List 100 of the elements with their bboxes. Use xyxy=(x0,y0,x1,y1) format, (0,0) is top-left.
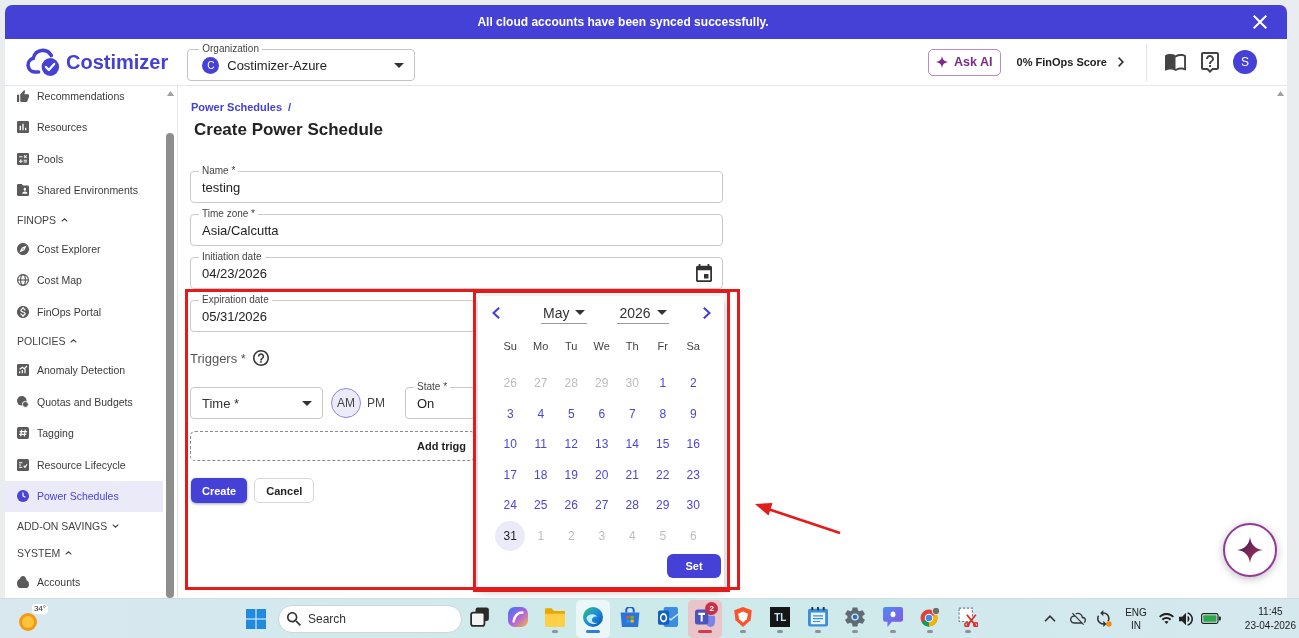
nav-item[interactable]: FinOps Portal xyxy=(5,296,163,328)
book-icon[interactable] xyxy=(1165,53,1186,71)
calendar-icon[interactable] xyxy=(696,264,712,282)
mail-icon[interactable] xyxy=(657,607,678,627)
section-header[interactable]: ADD-ON SAVINGS xyxy=(5,512,163,539)
calendar-day[interactable]: 27 xyxy=(586,490,617,521)
help-icon[interactable] xyxy=(252,350,269,366)
caret-up-icon[interactable] xyxy=(1276,91,1284,96)
calendar-day[interactable]: 8 xyxy=(647,398,678,429)
calendar-day[interactable]: 6 xyxy=(586,398,617,429)
meridiem-toggle[interactable]: AM xyxy=(331,388,361,418)
nav-item[interactable]: Quotas and Budgets xyxy=(5,386,163,418)
calendar-day[interactable]: 25 xyxy=(525,490,556,521)
nav-item[interactable]: Shared Environments xyxy=(5,174,163,206)
chevron-right-icon[interactable] xyxy=(703,307,711,319)
nav-item[interactable]: Power Schedules xyxy=(5,480,163,512)
sync-icon[interactable] xyxy=(1097,610,1113,627)
breadcrumb-link[interactable]: Power Schedules xyxy=(191,100,283,114)
calendar-day[interactable]: 16 xyxy=(678,429,709,460)
create-button[interactable]: Create xyxy=(191,478,248,503)
calendar-day[interactable]: 5 xyxy=(556,398,587,429)
finops-score-link[interactable]: 0% FinOps Score xyxy=(1016,56,1124,68)
calendar-day[interactable]: 11 xyxy=(525,429,556,460)
search-field[interactable]: Search xyxy=(278,604,462,633)
calendar-day[interactable]: 29 xyxy=(647,490,678,521)
calendar-day[interactable]: 26 xyxy=(556,490,587,521)
user-avatar[interactable]: S xyxy=(1233,50,1257,74)
nav-item[interactable]: Cost Explorer xyxy=(5,233,163,265)
shield-icon[interactable] xyxy=(732,607,753,627)
month-select[interactable]: May xyxy=(541,302,588,324)
wave-circle-icon[interactable] xyxy=(582,607,603,627)
language-button[interactable]: ENG IN xyxy=(1125,605,1147,632)
nav-item[interactable]: Resources xyxy=(5,111,163,143)
section-header[interactable]: POLICIES xyxy=(5,327,163,355)
scrollbar-thumb[interactable] xyxy=(166,133,174,598)
date-field[interactable]: Initiation date 04/23/2026 xyxy=(190,251,723,289)
section-header[interactable]: SYSTEM xyxy=(5,539,163,566)
calendar-day[interactable]: 4 xyxy=(525,398,556,429)
chat-bubble-icon[interactable] xyxy=(882,607,903,627)
calendar-day[interactable]: 1 xyxy=(647,368,678,399)
year-select[interactable]: 2026 xyxy=(617,302,669,324)
set-button[interactable]: Set xyxy=(667,554,721,578)
cloud-off-icon[interactable] xyxy=(1070,612,1087,625)
nav-item[interactable]: Recommendations xyxy=(5,86,163,112)
chevron-up-icon[interactable] xyxy=(1044,615,1057,622)
clock-button[interactable]: 11:45 23-04-2026 xyxy=(1244,604,1296,633)
calendar-day[interactable]: 12 xyxy=(556,429,587,460)
chevron-left-icon[interactable] xyxy=(492,307,500,319)
calendar-day[interactable]: 3 xyxy=(495,398,526,429)
caret-up-icon[interactable] xyxy=(166,91,174,96)
help-icon[interactable] xyxy=(1201,51,1219,73)
wifi-icon[interactable] xyxy=(1158,613,1174,624)
calendar-day[interactable]: 21 xyxy=(617,459,648,490)
time-select[interactable]: Time * xyxy=(190,387,323,419)
organization-select[interactable]: Organization C Costimizer-Azure xyxy=(187,43,416,81)
section-header[interactable]: FINOPS xyxy=(5,206,163,233)
four-squares-icon[interactable] xyxy=(246,608,266,629)
battery-icon[interactable] xyxy=(1200,613,1221,624)
calendar-day[interactable]: 2 xyxy=(678,368,709,399)
calendar-day[interactable]: 30 xyxy=(678,490,709,521)
settings-icon[interactable] xyxy=(845,607,866,627)
notepad-icon[interactable] xyxy=(807,607,828,627)
speaker-icon[interactable] xyxy=(1178,611,1193,626)
calendar-day[interactable]: 17 xyxy=(495,459,526,490)
calendar-day[interactable]: 13 xyxy=(586,429,617,460)
scissors-icon[interactable] xyxy=(957,607,978,627)
meridiem-toggle[interactable]: PM xyxy=(361,388,391,418)
nav-item[interactable]: Pools xyxy=(5,143,163,175)
taskbar-button[interactable]: 2 xyxy=(688,599,723,638)
calendar-day[interactable]: 9 xyxy=(678,398,709,429)
nav-item[interactable]: Anomaly Detection xyxy=(5,354,163,386)
calendar-day[interactable]: 23 xyxy=(678,459,709,490)
add-trigger-button[interactable]: Add trigg xyxy=(190,431,475,461)
ask-ai-button[interactable]: Ask AI xyxy=(928,48,1001,76)
letter-tile[interactable]: TL xyxy=(770,607,791,627)
weather-button[interactable]: 34° xyxy=(16,603,48,634)
calendar-day[interactable]: 31 xyxy=(495,520,526,551)
calendar-day[interactable]: 19 xyxy=(556,459,587,490)
calendar-day[interactable]: 20 xyxy=(586,459,617,490)
tricolor-circle-icon[interactable] xyxy=(920,607,941,627)
overlapping-squares-icon[interactable] xyxy=(470,607,490,627)
taskbar-button[interactable] xyxy=(575,599,610,638)
calendar-day[interactable]: 7 xyxy=(617,398,648,429)
calendar-day[interactable]: 22 xyxy=(647,459,678,490)
nav-item[interactable]: Accounts xyxy=(5,566,163,598)
colorful-swirl-icon[interactable] xyxy=(507,607,528,627)
cancel-button[interactable]: Cancel xyxy=(254,478,315,503)
text-field[interactable]: Name * testing xyxy=(190,165,723,203)
calendar-day[interactable]: 18 xyxy=(525,459,556,490)
close-icon[interactable] xyxy=(1253,15,1267,29)
nav-item[interactable]: Cost Map xyxy=(5,264,163,296)
nav-item[interactable]: Resource Lifecycle xyxy=(5,449,163,481)
nav-item[interactable]: Tagging xyxy=(5,417,163,449)
calendar-day[interactable]: 28 xyxy=(617,490,648,521)
calendar-day[interactable]: 24 xyxy=(495,490,526,521)
calendar-day[interactable]: 10 xyxy=(495,429,526,460)
calendar-day[interactable]: 14 xyxy=(617,429,648,460)
text-field[interactable]: Time zone * Asia/Calcutta xyxy=(190,208,723,246)
calendar-day[interactable]: 15 xyxy=(647,429,678,460)
shopping-bag-icon[interactable] xyxy=(620,607,641,627)
